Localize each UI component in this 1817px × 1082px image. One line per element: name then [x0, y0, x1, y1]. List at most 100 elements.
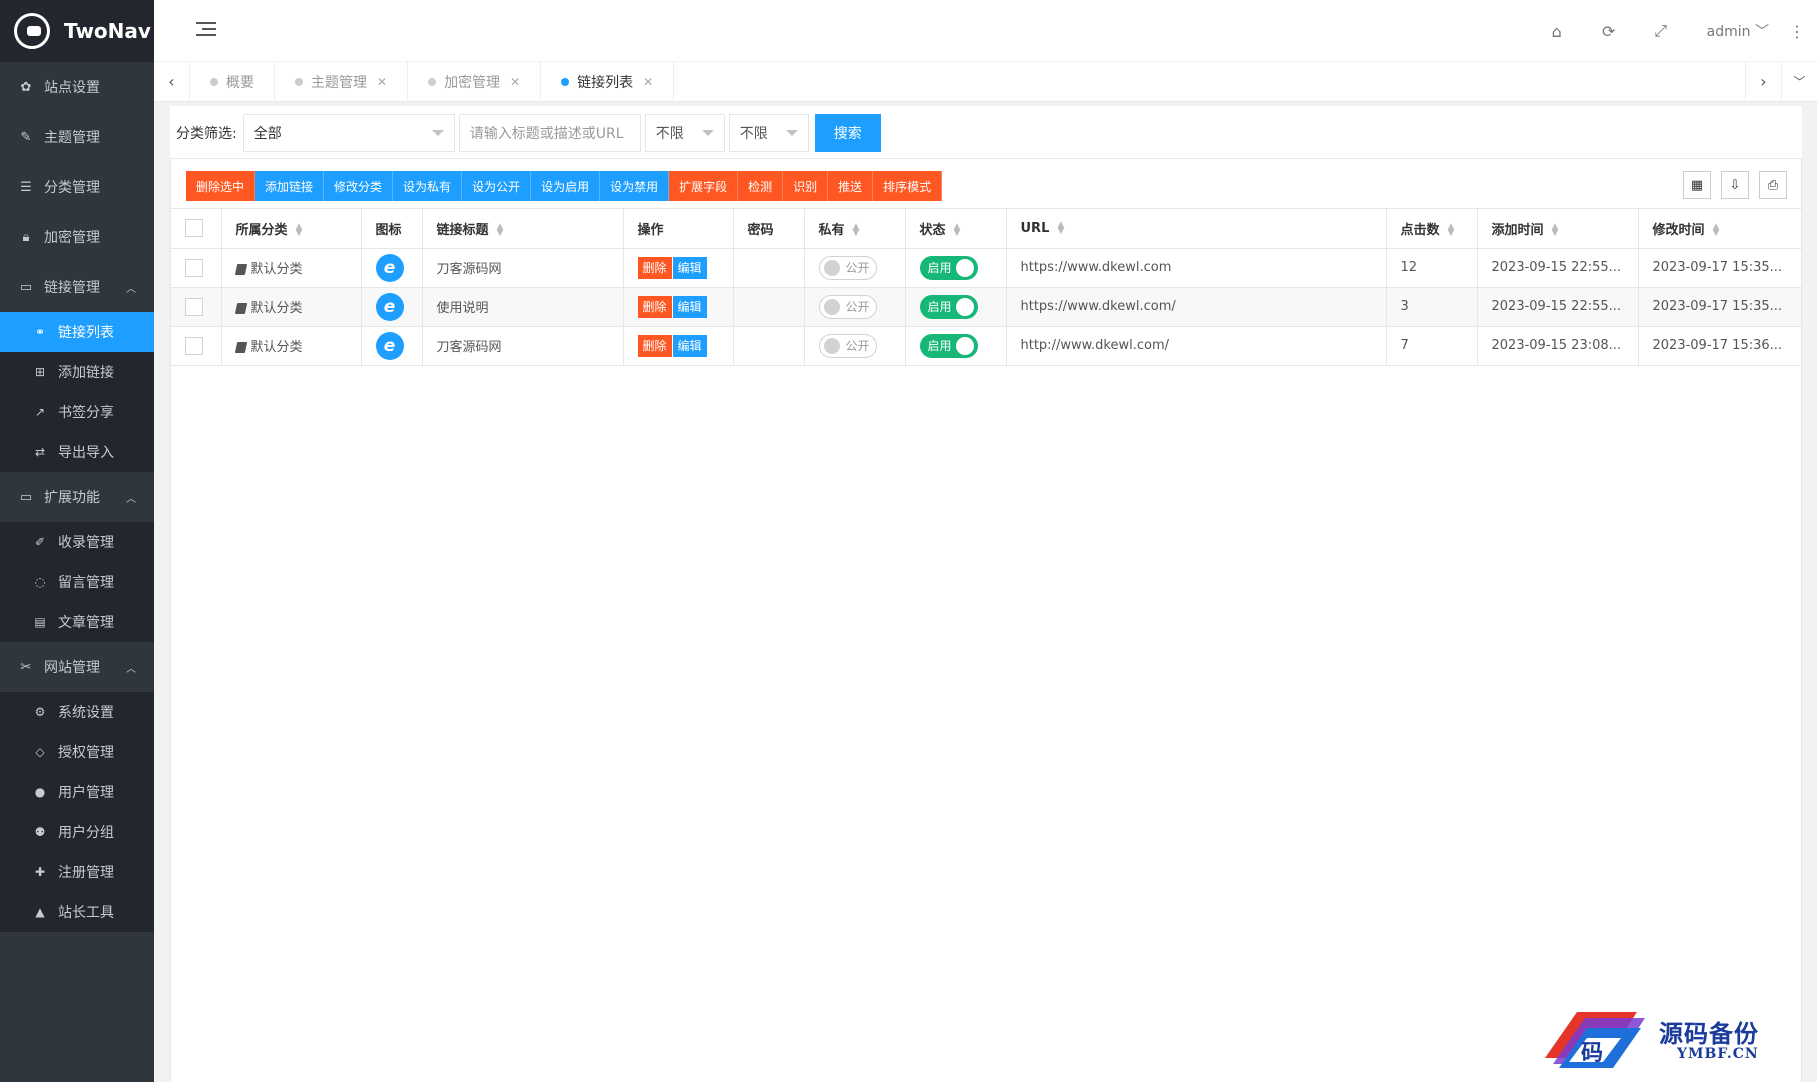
- sidebar-group-links[interactable]: ▭ 链接管理 ︿: [0, 262, 154, 312]
- private-toggle[interactable]: 公开: [818, 333, 877, 358]
- sidebar-item-system-settings[interactable]: ⚙ 系统设置: [0, 692, 154, 732]
- status-filter-select[interactable]: 不限: [728, 114, 809, 152]
- user-menu[interactable]: admin ﹀: [1687, 21, 1787, 41]
- sidebar-item-import-export[interactable]: ⇄ 导出导入: [0, 432, 154, 472]
- edit-button[interactable]: 编辑: [671, 334, 707, 357]
- menu-toggle-icon[interactable]: [196, 22, 216, 38]
- sort-icon[interactable]: ▲ ▼: [954, 223, 961, 238]
- toolbar-button[interactable]: 添加链接: [255, 171, 325, 201]
- private-filter-select[interactable]: 不限: [644, 114, 725, 152]
- tab-dropdown-icon[interactable]: ﹀: [1781, 62, 1817, 101]
- sidebar-item-webmaster-tools[interactable]: ▲ 站长工具: [0, 892, 154, 932]
- close-icon[interactable]: ✕: [643, 75, 653, 89]
- home-icon[interactable]: ⌂: [1531, 22, 1583, 41]
- sidebar-item-license[interactable]: ◇ 授权管理: [0, 732, 154, 772]
- edit-button[interactable]: 编辑: [671, 295, 707, 318]
- status-toggle[interactable]: 启用: [919, 255, 978, 280]
- row-checkbox[interactable]: [185, 336, 203, 355]
- sidebar-item-bookmark-share[interactable]: ↗ 书签分享: [0, 392, 154, 432]
- toolbar-button[interactable]: 设为公开: [462, 171, 532, 201]
- sort-icon[interactable]: ▲ ▼: [497, 223, 504, 238]
- tab-theme[interactable]: 主题管理 ✕: [275, 62, 409, 102]
- logo[interactable]: TwoNav: [0, 0, 154, 62]
- status-toggle[interactable]: 启用: [919, 294, 978, 319]
- toolbar-button[interactable]: 排序模式: [873, 171, 943, 201]
- sidebar-item-link-list[interactable]: ⚭ 链接列表: [0, 312, 154, 352]
- columns-icon[interactable]: ▦: [1683, 171, 1711, 199]
- edit-button[interactable]: 编辑: [671, 256, 707, 279]
- toolbar-button[interactable]: 设为私有: [393, 171, 463, 201]
- col-status[interactable]: 状态 ▲ ▼: [905, 209, 1007, 249]
- sidebar-item-encrypt[interactable]: 🔒︎ 加密管理: [0, 212, 154, 262]
- toolbar-button[interactable]: 删除选中: [186, 171, 256, 201]
- cell-title: 刀客源码网: [422, 326, 624, 366]
- select-all-checkbox[interactable]: [185, 219, 203, 238]
- tab-overview[interactable]: 概要: [190, 62, 275, 102]
- book-icon: [234, 264, 247, 275]
- tab-bar: ‹ 概要 主题管理 ✕ 加密管理 ✕ 链接列表 ✕ › ﹀: [154, 62, 1817, 102]
- toolbar-button[interactable]: 推送: [828, 171, 874, 201]
- sidebar-menu-ext: ▭ 扩展功能 ︿: [0, 472, 154, 522]
- sidebar-item-register[interactable]: ✚ 注册管理: [0, 852, 154, 892]
- sort-icon[interactable]: ▲ ▼: [1713, 223, 1720, 238]
- tab-scroll-left-icon[interactable]: ‹: [154, 62, 190, 101]
- sidebar-group-site[interactable]: ✂ 网站管理 ︿: [0, 642, 154, 692]
- table-row[interactable]: 默认分类 e 刀客源码网 删除 编辑 公开 启用 https://www.dkewl.com 1…: [171, 248, 1801, 288]
- delete-button[interactable]: 删除: [637, 334, 672, 357]
- col-category[interactable]: 所属分类 ▲ ▼: [221, 209, 362, 249]
- sidebar-group-ext[interactable]: ▭ 扩展功能 ︿: [0, 472, 154, 522]
- sort-icon[interactable]: ▲ ▼: [1057, 221, 1064, 236]
- table-header-row: 所属分类 ▲ ▼ 图标 链接标题 ▲ ▼ 操作 密码 私有 ▲ ▼ 状态 ▲ ▼ URL ▲ ▼ 点…: [171, 209, 1801, 249]
- table-row[interactable]: 默认分类 e 刀客源码网 删除 编辑 公开 启用 http://www.dkewl.com/7…: [171, 326, 1801, 366]
- sort-icon[interactable]: ▲ ▼: [853, 223, 860, 238]
- tab-scroll-right-icon[interactable]: ›: [1745, 62, 1781, 101]
- private-toggle[interactable]: 公开: [818, 255, 877, 280]
- print-icon[interactable]: ⎙: [1759, 171, 1787, 199]
- cell-clicks: 3: [1386, 287, 1478, 327]
- users-icon: ⚉: [34, 825, 46, 839]
- toolbar-button[interactable]: 设为启用: [531, 171, 601, 201]
- sidebar-item-category[interactable]: ☰ 分类管理: [0, 162, 154, 212]
- row-checkbox[interactable]: [185, 297, 203, 316]
- sidebar-item-article[interactable]: ▤ 文章管理: [0, 602, 154, 642]
- sort-icon[interactable]: ▲ ▼: [296, 223, 303, 238]
- col-clicks[interactable]: 点击数 ▲ ▼: [1386, 209, 1478, 249]
- refresh-icon[interactable]: ⟳: [1583, 22, 1635, 41]
- fullscreen-icon[interactable]: ⤢: [1635, 21, 1687, 41]
- private-toggle[interactable]: 公开: [818, 294, 877, 319]
- col-url[interactable]: URL ▲ ▼: [1006, 209, 1387, 249]
- close-icon[interactable]: ✕: [510, 75, 520, 89]
- sort-icon[interactable]: ▲ ▼: [1552, 223, 1559, 238]
- tab-link-list[interactable]: 链接列表 ✕: [541, 62, 675, 102]
- toolbar-button[interactable]: 扩展字段: [669, 171, 739, 201]
- delete-button[interactable]: 删除: [637, 295, 672, 318]
- search-input[interactable]: 请输入标题或描述或URL: [458, 114, 641, 152]
- col-added[interactable]: 添加时间 ▲ ▼: [1477, 209, 1639, 249]
- row-checkbox[interactable]: [185, 258, 203, 277]
- toolbar-button[interactable]: 设为禁用: [600, 171, 670, 201]
- sidebar-item-add-link[interactable]: ⊞ 添加链接: [0, 352, 154, 392]
- sort-icon[interactable]: ▲ ▼: [1448, 223, 1455, 238]
- col-private[interactable]: 私有 ▲ ▼: [804, 209, 906, 249]
- sidebar-item-users[interactable]: ● 用户管理: [0, 772, 154, 812]
- sidebar-item-user-groups[interactable]: ⚉ 用户分组: [0, 812, 154, 852]
- toolbar-button[interactable]: 识别: [783, 171, 829, 201]
- category-select[interactable]: 全部: [242, 114, 455, 152]
- sidebar-item-site-settings[interactable]: ✿ 站点设置: [0, 62, 154, 112]
- close-icon[interactable]: ✕: [377, 75, 387, 89]
- sidebar-item-collect[interactable]: ✐ 收录管理: [0, 522, 154, 562]
- tab-encrypt[interactable]: 加密管理 ✕: [408, 62, 542, 102]
- sidebar-item-theme[interactable]: ✎ 主题管理: [0, 112, 154, 162]
- status-toggle[interactable]: 启用: [919, 333, 978, 358]
- sidebar-item-message[interactable]: ◌ 留言管理: [0, 562, 154, 602]
- export-icon[interactable]: ⇩: [1721, 171, 1749, 199]
- toolbar-button[interactable]: 检测: [738, 171, 784, 201]
- more-vertical-icon[interactable]: ⋮: [1787, 22, 1807, 41]
- toolbar-button[interactable]: 修改分类: [324, 171, 394, 201]
- watermark: 码 源码备份 YMBF.CN: [1537, 1004, 1797, 1074]
- search-button[interactable]: 搜索: [814, 114, 881, 152]
- col-title[interactable]: 链接标题 ▲ ▼: [422, 209, 624, 249]
- table-row[interactable]: 默认分类 e 使用说明 删除 编辑 公开 启用 https://www.dkewl.com/3…: [171, 287, 1801, 327]
- delete-button[interactable]: 删除: [637, 256, 672, 279]
- col-modified[interactable]: 修改时间 ▲ ▼: [1638, 209, 1801, 249]
